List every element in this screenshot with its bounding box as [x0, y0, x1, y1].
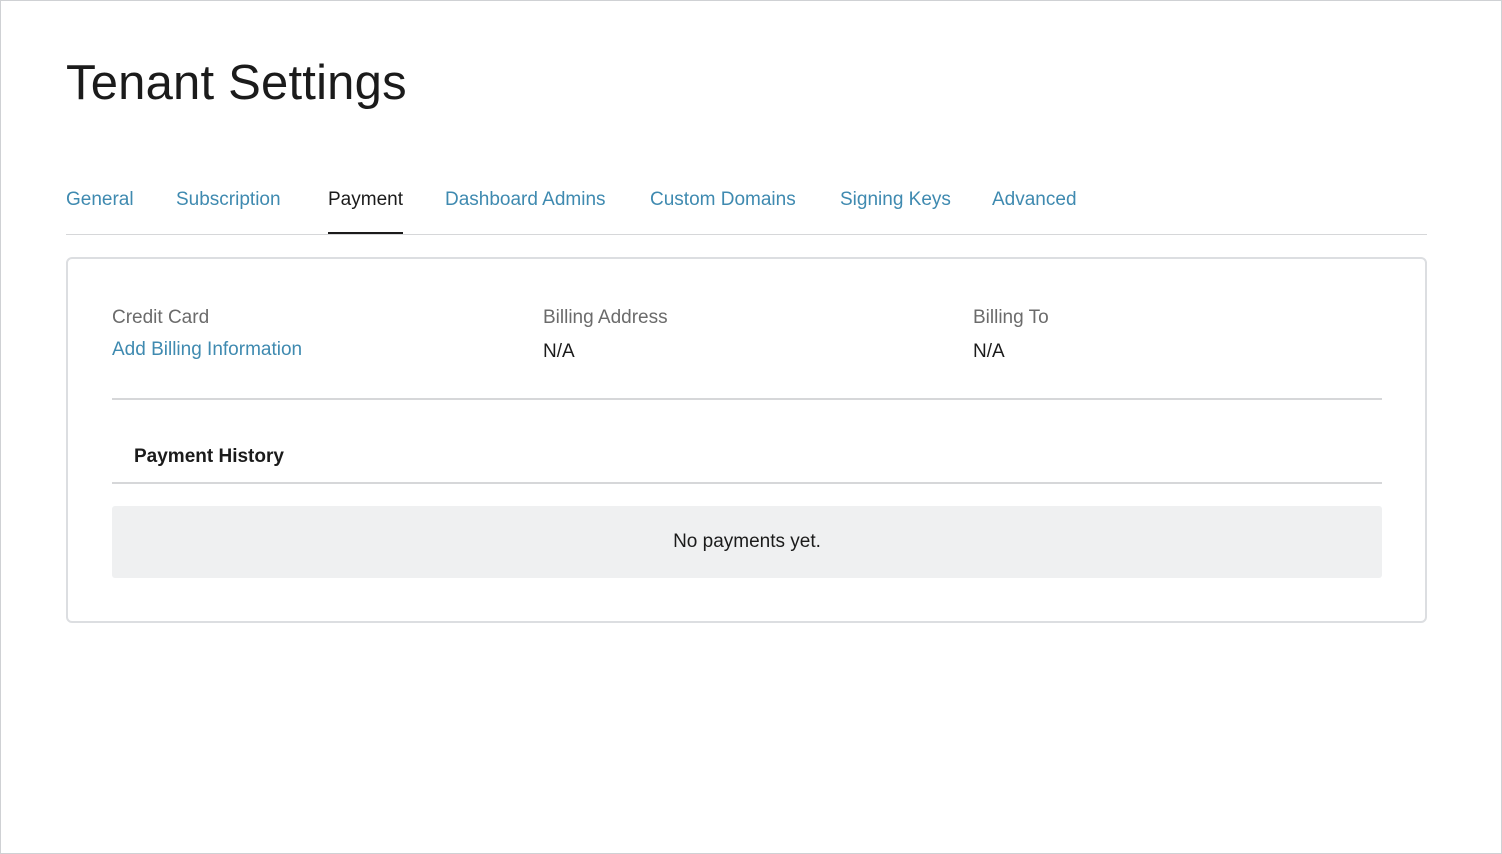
billing-to-label: Billing To [973, 307, 1049, 328]
tab-general[interactable]: General [66, 184, 134, 234]
add-billing-information-link[interactable]: Add Billing Information [112, 338, 302, 362]
billing-to-value: N/A [973, 341, 1005, 362]
settings-tab-bar: General Subscription Payment Dashboard A… [66, 184, 1427, 235]
payment-history-divider [112, 482, 1382, 484]
tenant-settings-window: Tenant Settings General Subscription Pay… [0, 0, 1502, 854]
no-payments-message: No payments yet. [673, 531, 821, 552]
payment-history-title: Payment History [134, 446, 284, 467]
billing-divider [112, 398, 1382, 400]
tab-advanced[interactable]: Advanced [992, 184, 1077, 234]
tab-dashboard-admins[interactable]: Dashboard Admins [445, 184, 606, 234]
billing-address-label: Billing Address [543, 307, 668, 328]
tab-custom-domains[interactable]: Custom Domains [650, 184, 796, 234]
payment-card: Credit Card Add Billing Information Bill… [66, 257, 1427, 623]
payment-history-empty-state: No payments yet. [112, 506, 1382, 578]
tab-payment[interactable]: Payment [328, 184, 403, 234]
credit-card-label: Credit Card [112, 307, 210, 328]
billing-address-value: N/A [543, 341, 575, 362]
page-title: Tenant Settings [66, 56, 407, 110]
tab-signing-keys[interactable]: Signing Keys [840, 184, 951, 234]
tab-subscription[interactable]: Subscription [176, 184, 281, 234]
